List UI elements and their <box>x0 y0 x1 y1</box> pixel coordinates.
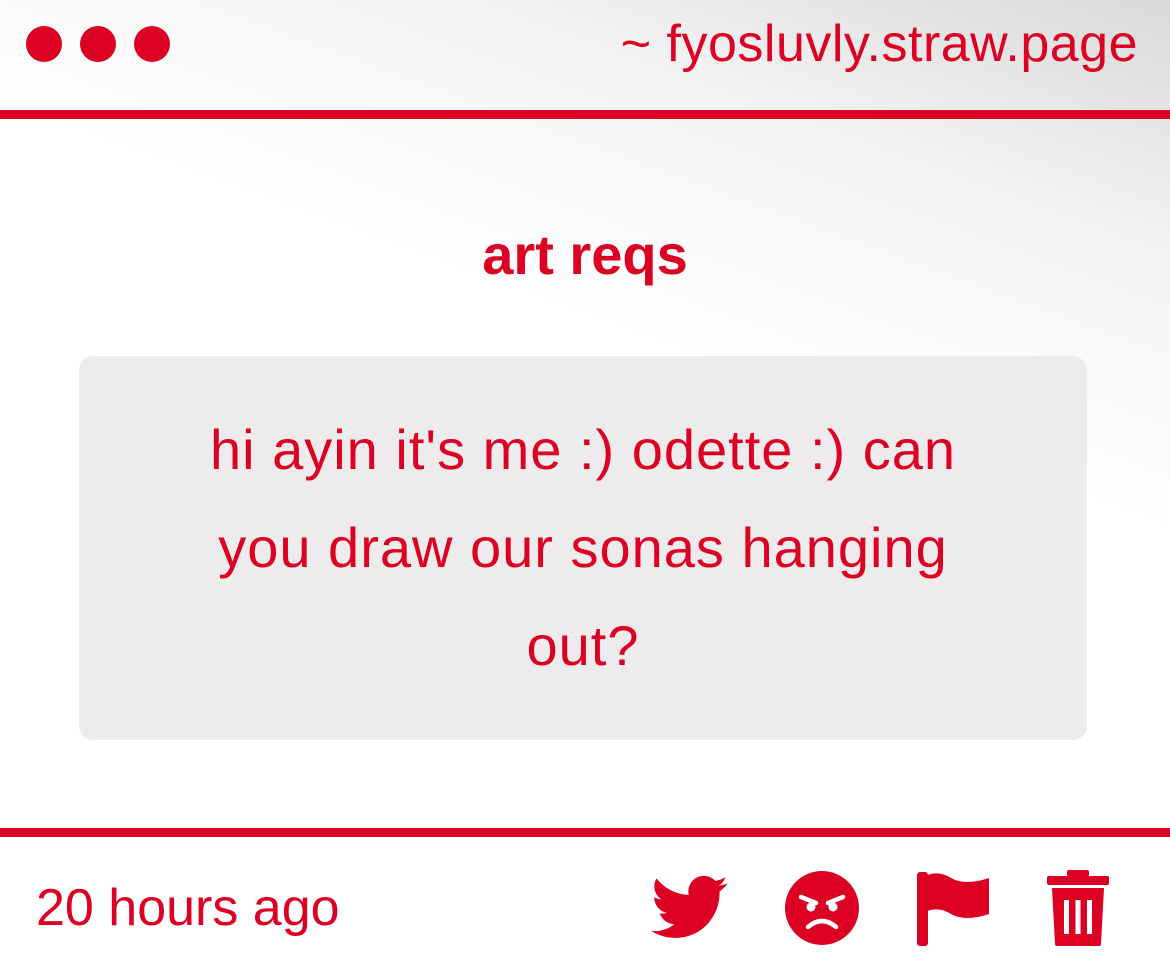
header-divider <box>0 110 1170 119</box>
action-bar <box>650 868 1120 948</box>
report-button[interactable] <box>912 868 992 948</box>
message-card: hi ayin it's me :) odette :) can you dra… <box>79 356 1087 740</box>
delete-button[interactable] <box>1038 868 1118 948</box>
window-dot <box>80 26 116 62</box>
angry-reaction-button[interactable] <box>782 868 862 948</box>
message-text: hi ayin it's me :) odette :) can you dra… <box>209 418 957 677</box>
window-dot <box>134 26 170 62</box>
page-url[interactable]: ~ fyosluvly.straw.page <box>621 14 1138 74</box>
share-twitter-button[interactable] <box>650 868 730 948</box>
angry-face-icon <box>785 871 859 945</box>
window-dots <box>26 26 170 62</box>
footer-divider <box>0 828 1170 837</box>
window-dot <box>26 26 62 62</box>
twitter-bird-icon <box>651 875 728 938</box>
top-bar: ~ fyosluvly.straw.page <box>0 0 1170 110</box>
trash-icon <box>1047 870 1109 946</box>
flag-icon <box>917 872 989 946</box>
page-title: art reqs <box>482 223 688 286</box>
timestamp: 20 hours ago <box>36 879 340 937</box>
